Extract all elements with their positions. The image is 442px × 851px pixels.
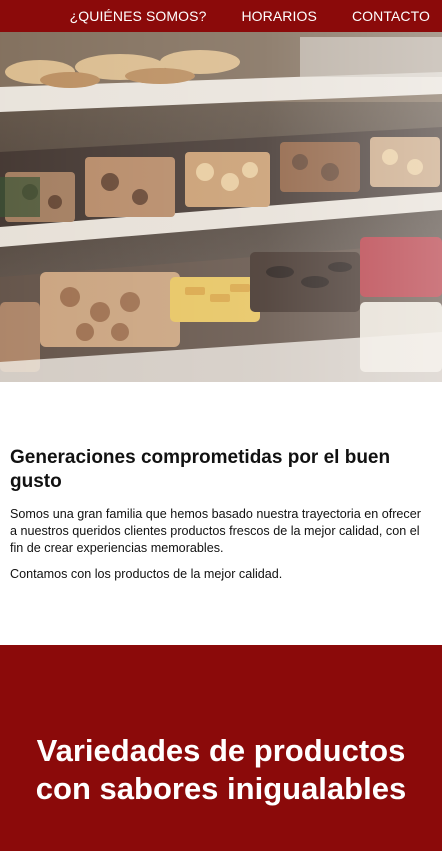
- about-heading: Generaciones comprometidas por el buen g…: [10, 447, 391, 492]
- top-navbar: ¿QUIÉNES SOMOS? HORARIOS CONTACTO: [0, 0, 442, 32]
- pastry-display-image: [0, 32, 442, 382]
- about-section: Generaciones comprometidas por el buen g…: [10, 446, 430, 592]
- about-paragraph-2: Contamos con los productos de la mejor c…: [10, 567, 283, 581]
- promo-heading: Variedades de productos con sabores inig…: [35, 733, 407, 806]
- promo-banner: Variedades de productos con sabores inig…: [0, 645, 442, 851]
- about-paragraph-1: Somos una gran familia que hemos basado …: [10, 507, 421, 555]
- hero-image: [0, 32, 442, 382]
- nav-link-contacto[interactable]: CONTACTO: [352, 8, 430, 24]
- nav-link-quienes-somos[interactable]: ¿QUIÉNES SOMOS?: [70, 8, 207, 24]
- nav-link-horarios[interactable]: HORARIOS: [241, 8, 316, 24]
